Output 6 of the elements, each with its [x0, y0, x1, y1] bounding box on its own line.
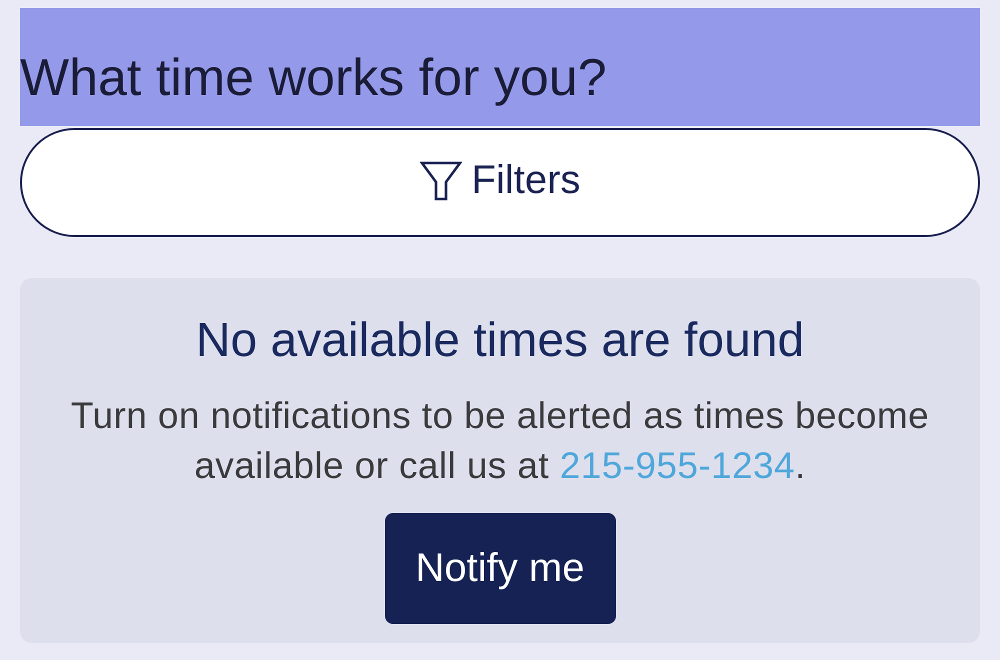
notify-me-button[interactable]: Notify me	[384, 513, 616, 624]
empty-state-message: Turn on notifications to be alerted as times become available or call us at 215-955-1234.	[70, 394, 930, 488]
empty-state-title: No available times are found	[196, 313, 804, 369]
funnel-icon	[420, 160, 462, 202]
filters-button[interactable]: Filters	[20, 128, 980, 237]
page-title: What time works for you?	[20, 48, 607, 108]
